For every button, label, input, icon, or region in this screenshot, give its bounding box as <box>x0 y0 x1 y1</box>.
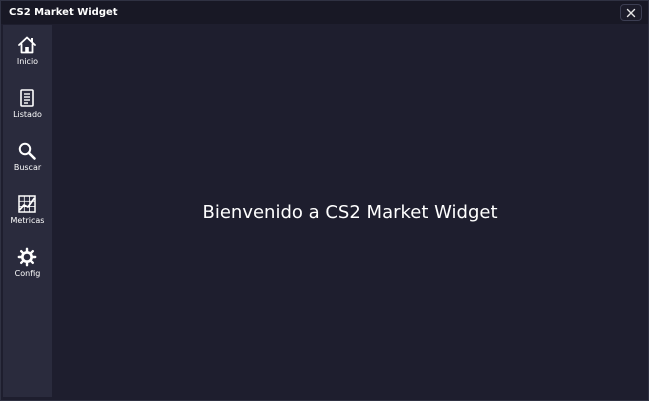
close-icon <box>626 8 636 17</box>
sidebar-item-label: Metricas <box>10 216 45 225</box>
home-icon <box>18 36 36 54</box>
search-icon <box>18 142 36 160</box>
title-bar[interactable]: CS2 Market Widget <box>1 1 648 24</box>
sidebar-item-config[interactable]: Config <box>3 237 52 283</box>
close-button[interactable] <box>620 4 642 21</box>
sidebar-item-listado[interactable]: Listado <box>3 78 52 124</box>
sidebar: Inicio Listado Buscar Metricas Config <box>3 25 52 397</box>
sidebar-item-metricas[interactable]: Metricas <box>3 184 52 230</box>
chart-icon <box>18 195 36 213</box>
app-window: CS2 Market Widget Inicio Listado Buscar … <box>0 0 649 401</box>
sidebar-item-buscar[interactable]: Buscar <box>3 131 52 177</box>
sidebar-item-label: Config <box>14 269 41 278</box>
window-title: CS2 Market Widget <box>9 7 118 18</box>
list-icon <box>20 89 34 107</box>
sidebar-item-label: Buscar <box>13 163 42 172</box>
welcome-message: Bienvenido a CS2 Market Widget <box>202 202 498 223</box>
gear-icon <box>17 247 37 267</box>
main-content: Bienvenido a CS2 Market Widget <box>53 25 647 397</box>
sidebar-item-inicio[interactable]: Inicio <box>3 25 52 71</box>
sidebar-item-label: Inicio <box>16 57 39 66</box>
sidebar-item-label: Listado <box>13 110 42 119</box>
